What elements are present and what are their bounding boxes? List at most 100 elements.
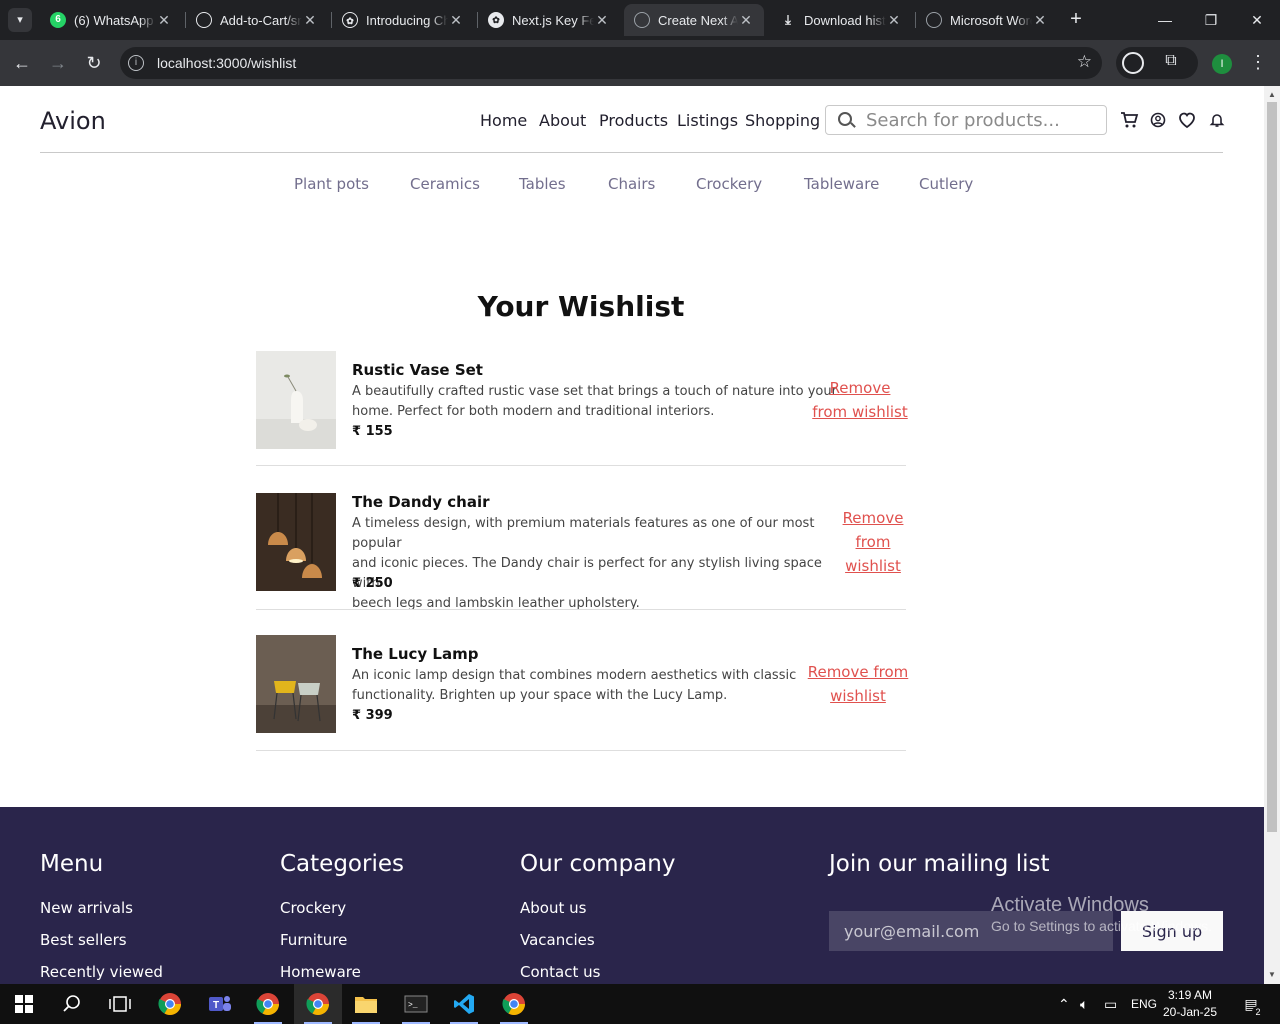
taskbar-file-explorer[interactable] xyxy=(342,984,390,1024)
cart-icon[interactable] xyxy=(1119,110,1139,130)
item-divider xyxy=(256,609,906,610)
close-icon[interactable]: ✕ xyxy=(886,12,902,29)
minimize-button[interactable]: — xyxy=(1142,0,1188,40)
taskbar-clock[interactable]: 3:19 AM 20-Jan-25 xyxy=(1160,987,1220,1021)
tab-github[interactable]: Add-to-Cart/src ✕ xyxy=(186,4,328,36)
back-button[interactable]: ← xyxy=(10,51,34,75)
bookmark-star-icon[interactable]: ☆ xyxy=(1077,52,1092,72)
address-bar[interactable]: i localhost:3000/wishlist ☆ xyxy=(120,47,1102,79)
taskbar-chrome-other[interactable] xyxy=(490,984,538,1024)
tab-create-next-app[interactable]: Create Next App ✕ xyxy=(624,4,764,36)
download-icon: ⤓ xyxy=(785,12,791,27)
taskbar-terminal[interactable]: >_ xyxy=(392,984,440,1024)
site-info-icon[interactable]: i xyxy=(128,55,144,71)
footer-link-about-us[interactable]: About us xyxy=(520,899,586,917)
scroll-up-arrow-icon[interactable]: ▲ xyxy=(1264,88,1280,102)
scrollbar-thumb[interactable] xyxy=(1267,102,1277,832)
page-viewport: Avion Home About Products Listings Shopp… xyxy=(0,86,1264,984)
scroll-down-arrow-icon[interactable]: ▼ xyxy=(1264,968,1280,982)
extensions-area: ⧉ xyxy=(1116,47,1198,79)
close-icon[interactable]: ✕ xyxy=(302,12,318,29)
footer-link-furniture[interactable]: Furniture xyxy=(280,931,347,949)
footer-link-contact-us[interactable]: Contact us xyxy=(520,963,600,981)
close-icon[interactable]: ✕ xyxy=(738,12,754,29)
close-icon[interactable]: ✕ xyxy=(156,12,172,29)
taskbar-search-button[interactable] xyxy=(48,984,96,1024)
tab-nextjs-features[interactable]: ✿ Next.js Key Features ✕ xyxy=(478,4,620,36)
page-scrollbar[interactable]: ▲ ▼ xyxy=(1264,86,1280,984)
footer-link-best-sellers[interactable]: Best sellers xyxy=(40,931,127,949)
user-icon[interactable] xyxy=(1148,110,1168,130)
tab-microsoft-word[interactable]: Microsoft Word ✕ xyxy=(916,4,1058,36)
tab-chatgpt-intro[interactable]: ✿ Introducing ChatGPT ✕ xyxy=(332,4,474,36)
category-tables[interactable]: Tables xyxy=(519,175,566,193)
nav-listings[interactable]: Listings xyxy=(677,111,738,130)
profile-avatar[interactable]: I xyxy=(1212,54,1232,74)
remove-from-wishlist-button[interactable]: Remove from wishlist xyxy=(805,660,911,708)
site-logo[interactable]: Avion xyxy=(40,107,106,135)
notifications-icon[interactable]: ▤ xyxy=(1238,984,1264,1024)
category-chairs[interactable]: Chairs xyxy=(608,175,655,193)
footer-link-homeware[interactable]: Homeware xyxy=(280,963,361,981)
product-name: The Lucy Lamp xyxy=(352,645,479,663)
start-button[interactable] xyxy=(0,984,48,1024)
tab-whatsapp[interactable]: 6 (6) WhatsApp ✕ xyxy=(40,4,182,36)
category-ceramics[interactable]: Ceramics xyxy=(410,175,480,193)
remove-label-line: Remove xyxy=(829,379,891,397)
category-tableware[interactable]: Tableware xyxy=(804,175,879,193)
language-indicator[interactable]: ENG xyxy=(1131,984,1157,1024)
folder-icon xyxy=(355,997,377,1013)
tray-overflow-chevron-icon[interactable]: ⌃ xyxy=(1058,984,1070,1024)
nav-about[interactable]: About xyxy=(539,111,586,130)
footer-company-heading: Our company xyxy=(520,851,676,877)
network-icon[interactable]: ▭ xyxy=(1104,984,1117,1024)
chatgpt-icon: ✿ xyxy=(342,12,358,28)
extension-icon[interactable] xyxy=(1122,52,1144,74)
restore-button[interactable]: ❐ xyxy=(1188,0,1234,40)
category-crockery[interactable]: Crockery xyxy=(696,175,762,193)
remove-from-wishlist-button[interactable]: Remove from wishlist xyxy=(810,376,910,424)
close-window-button[interactable]: ✕ xyxy=(1234,0,1280,40)
taskbar-vscode[interactable] xyxy=(440,984,488,1024)
taskbar-chrome[interactable] xyxy=(146,984,194,1024)
close-icon[interactable]: ✕ xyxy=(448,12,464,29)
close-icon[interactable]: ✕ xyxy=(1032,12,1048,29)
search-input[interactable] xyxy=(866,109,1096,131)
footer-link-crockery[interactable]: Crockery xyxy=(280,899,346,917)
footer-link-recently-viewed[interactable]: Recently viewed xyxy=(40,963,163,981)
browser-menu-icon[interactable]: ⋮ xyxy=(1248,52,1268,73)
remove-from-wishlist-button[interactable]: Remove from wishlist xyxy=(838,506,908,578)
category-cutlery[interactable]: Cutlery xyxy=(919,175,973,193)
taskbar-teams[interactable]: T xyxy=(196,984,244,1024)
reload-button[interactable]: ↻ xyxy=(82,51,106,75)
nav-home[interactable]: Home xyxy=(480,111,527,130)
puzzle-icon[interactable]: ⧉ xyxy=(1160,52,1182,74)
product-image[interactable] xyxy=(256,635,336,733)
footer-menu-heading: Menu xyxy=(40,851,104,877)
nav-products[interactable]: Products xyxy=(599,111,668,130)
heart-icon[interactable] xyxy=(1177,110,1197,130)
volume-icon[interactable]: 🔈︎ xyxy=(1080,984,1088,1024)
product-image[interactable] xyxy=(256,351,336,449)
tab-search-button[interactable]: ▾ xyxy=(8,8,32,32)
tab-download-history[interactable]: ⤓ Download history ✕ xyxy=(770,4,912,36)
forward-button[interactable]: → xyxy=(46,51,70,75)
tab-label: Microsoft Word xyxy=(950,12,1032,28)
product-image[interactable] xyxy=(256,493,336,591)
chatgpt-icon: ✿ xyxy=(488,12,504,28)
bell-icon[interactable] xyxy=(1207,110,1227,130)
task-view-button[interactable] xyxy=(96,984,144,1024)
category-plant-pots[interactable]: Plant pots xyxy=(294,175,369,193)
new-tab-button[interactable]: + xyxy=(1064,8,1088,32)
description-line: functionality. Brighten up your space wi… xyxy=(352,688,728,703)
footer-link-new-arrivals[interactable]: New arrivals xyxy=(40,899,133,917)
mailing-list-heading: Join our mailing list xyxy=(829,851,1050,877)
nav-shopping[interactable]: Shopping xyxy=(745,111,820,130)
clock-date: 20-Jan-25 xyxy=(1162,1005,1218,1019)
close-icon[interactable]: ✕ xyxy=(594,12,610,29)
browser-toolbar: ← → ↻ i localhost:3000/wishlist ☆ ⧉ xyxy=(0,40,1280,86)
taskbar-chrome-active[interactable] xyxy=(294,984,342,1024)
description-line: A beautifully crafted rustic vase set th… xyxy=(352,384,837,399)
footer-link-vacancies[interactable]: Vacancies xyxy=(520,931,595,949)
taskbar-chrome-profile[interactable] xyxy=(244,984,292,1024)
